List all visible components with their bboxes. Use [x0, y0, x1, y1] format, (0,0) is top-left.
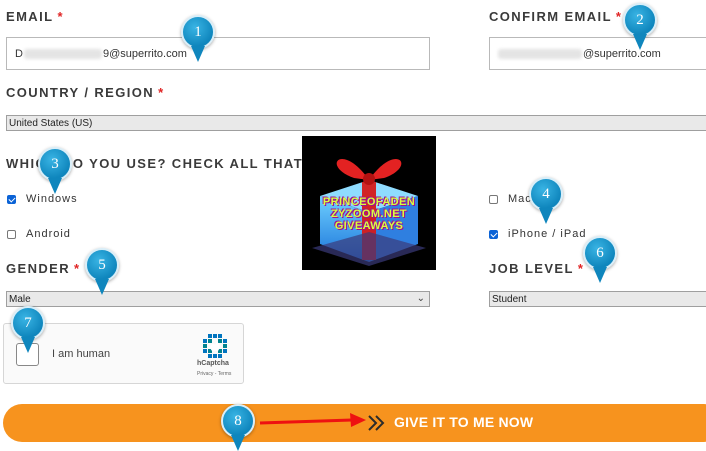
- job-level-select[interactable]: Student: [489, 291, 706, 307]
- job-level-value: Student: [492, 293, 527, 305]
- marker-3: 3: [38, 147, 72, 181]
- giveaway-gift-image: PRINCEOFADEN ZYZOOM.NET GIVEAWAYS: [302, 136, 436, 270]
- double-chevron-right-icon: [368, 415, 385, 431]
- marker-6: 6: [583, 236, 617, 270]
- confirm-email-input[interactable]: @superrito.com: [489, 37, 706, 70]
- submit-button-label: GIVE IT TO ME NOW: [394, 414, 534, 430]
- marker-8: 8: [221, 404, 255, 438]
- required-mark: *: [57, 9, 64, 24]
- job-level-label: JOB LEVEL *: [489, 261, 584, 276]
- email-redacted: [23, 48, 102, 59]
- marker-1: 1: [181, 15, 215, 49]
- hcaptcha-links[interactable]: Privacy - Terms: [197, 371, 231, 377]
- gender-label: GENDER *: [6, 261, 81, 276]
- email-value: 9@superrito.com: [102, 47, 187, 60]
- confirm-email-label: CONFIRM EMAIL *: [489, 9, 622, 24]
- confirm-email-value: @superrito.com: [583, 47, 661, 60]
- checkbox-iphone-box[interactable]: [489, 229, 498, 239]
- country-value: United States (US): [9, 117, 93, 129]
- giveaway-line-3: GIVEAWAYS: [334, 220, 404, 232]
- required-mark: *: [615, 9, 623, 24]
- checkbox-windows[interactable]: Windows: [7, 193, 78, 205]
- chevron-down-icon: ⌄: [416, 293, 425, 304]
- marker-2: 2: [623, 3, 657, 37]
- red-arrow-icon: [259, 413, 366, 427]
- email-label-text: EMAIL: [6, 9, 54, 24]
- checkbox-mac-box[interactable]: [489, 194, 498, 204]
- checkbox-iphone-label: iPhone / iPad: [508, 228, 587, 240]
- checkbox-windows-box[interactable]: [7, 194, 16, 204]
- marker-4: 4: [529, 177, 563, 211]
- confirm-email-redacted: [498, 48, 582, 59]
- email-first-char: D: [15, 47, 23, 60]
- marker-5: 5: [85, 248, 119, 282]
- giveaway-line-2: ZYZOOM.NET: [330, 208, 408, 220]
- job-level-label-text: JOB LEVEL: [489, 261, 574, 276]
- email-label: EMAIL *: [6, 9, 64, 24]
- gender-label-text: GENDER: [6, 261, 71, 276]
- checkbox-android-label: Android: [26, 228, 71, 240]
- required-mark: *: [158, 85, 165, 100]
- country-label: COUNTRY / REGION *: [6, 85, 165, 100]
- checkbox-iphone[interactable]: iPhone / iPad: [489, 228, 586, 240]
- hcaptcha-logo-icon: [200, 332, 230, 360]
- checkbox-windows-label: Windows: [26, 193, 78, 205]
- marker-7: 7: [11, 306, 45, 340]
- required-mark: *: [577, 261, 585, 276]
- confirm-email-label-text: CONFIRM EMAIL: [489, 9, 612, 24]
- checkbox-android-box[interactable]: [7, 229, 16, 239]
- giveaway-line-1: PRINCEOFADEN: [322, 196, 416, 208]
- country-label-text: COUNTRY / REGION: [6, 85, 155, 100]
- checkbox-mac[interactable]: Mac: [489, 193, 532, 205]
- gender-value: Male: [9, 293, 31, 305]
- captcha-label: I am human: [52, 348, 111, 360]
- checkbox-android[interactable]: Android: [7, 228, 71, 240]
- hcaptcha-brand: hCaptcha: [197, 360, 229, 367]
- country-select[interactable]: United States (US): [6, 115, 706, 131]
- required-mark: *: [74, 261, 81, 276]
- email-input[interactable]: D 9@superrito.com: [6, 37, 430, 70]
- giveaway-text: PRINCEOFADEN ZYZOOM.NET GIVEAWAYS: [302, 196, 436, 232]
- gender-select[interactable]: Male ⌄: [6, 291, 430, 307]
